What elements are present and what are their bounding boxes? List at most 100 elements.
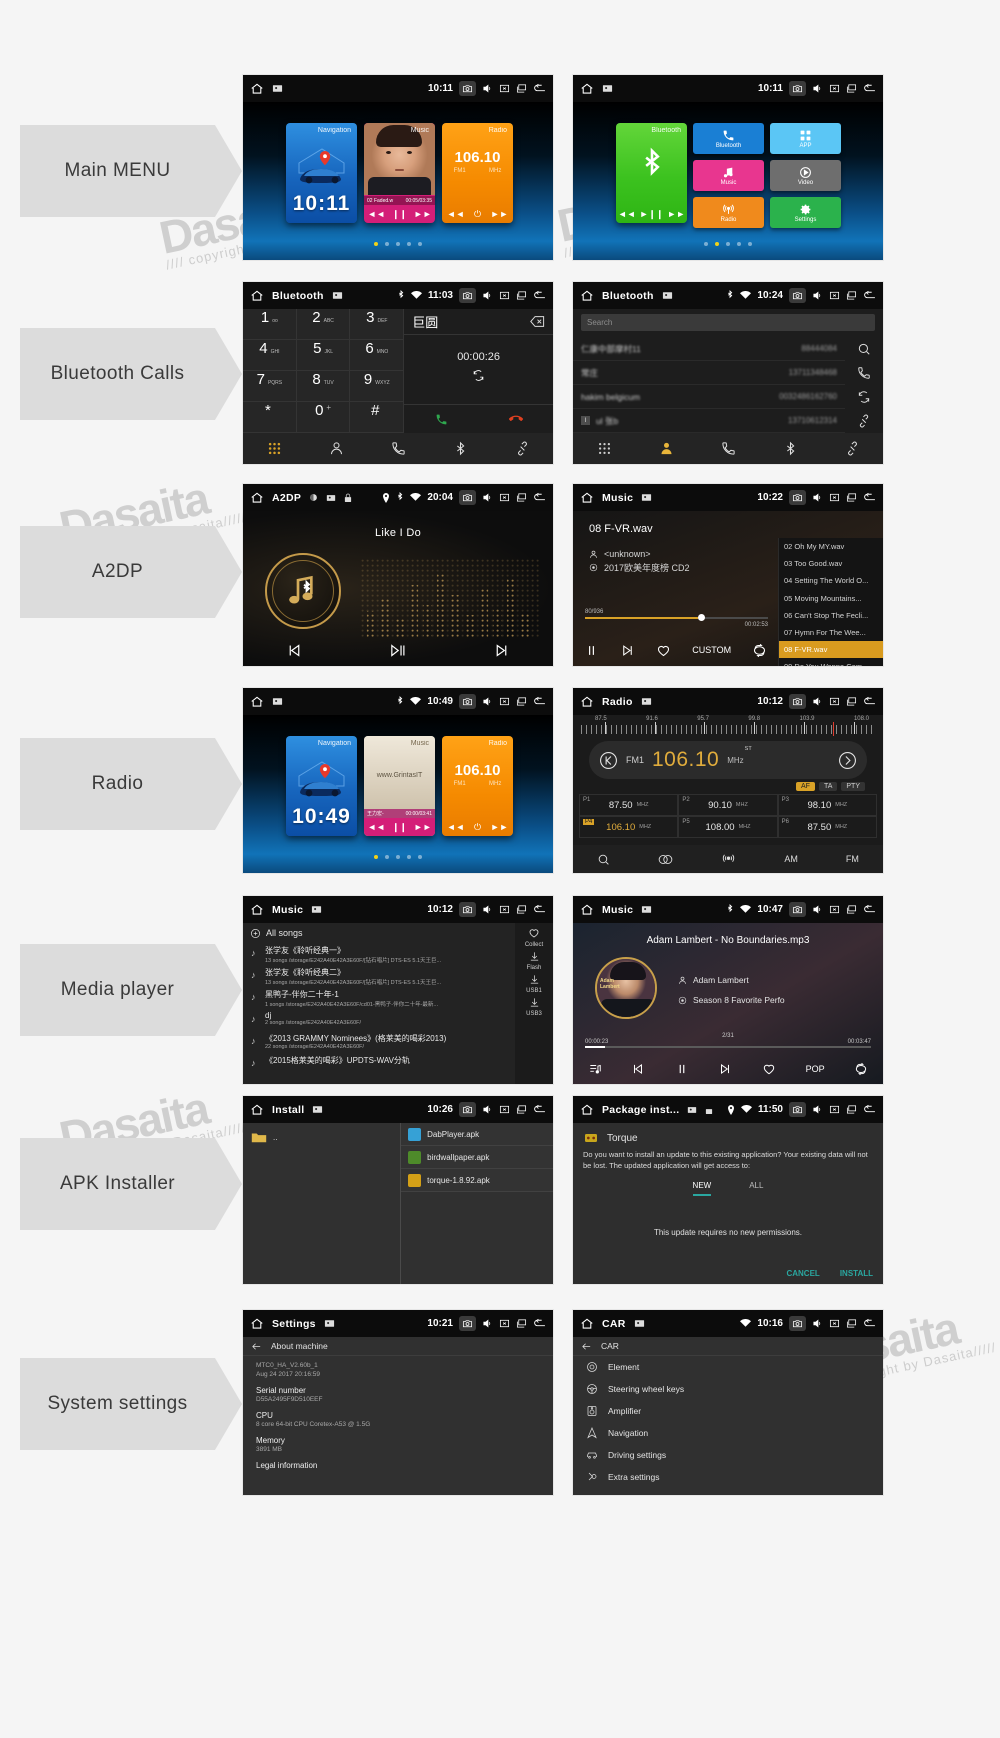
- home-icon[interactable]: [580, 903, 594, 917]
- contact-row[interactable]: 常庄 13711348468: [573, 361, 845, 385]
- page-dot[interactable]: [385, 242, 389, 246]
- list-header[interactable]: All songs: [243, 923, 515, 943]
- screen-package-installer[interactable]: Package inst... 11:50 Torque Do you want…: [573, 1096, 883, 1284]
- backspace-icon[interactable]: [530, 316, 545, 327]
- play-pause-icon[interactable]: ►❙❙: [640, 209, 664, 220]
- next-icon[interactable]: [718, 1062, 732, 1076]
- search-input[interactable]: Search: [581, 314, 875, 331]
- volume-icon[interactable]: [482, 696, 493, 707]
- pause-icon[interactable]: ❙❙: [392, 209, 407, 220]
- home-icon[interactable]: [250, 491, 264, 505]
- settings-block[interactable]: CPU 8 core 64-bit CPU Coretex-A53 @ 1.5G: [243, 1407, 553, 1432]
- camera-icon[interactable]: [459, 81, 476, 96]
- back-icon[interactable]: [863, 1318, 876, 1329]
- screen-bluetooth-dialer[interactable]: Bluetooth 11:03 1 oo 2 ABC 3 DEF 4 GHI 5 JKL …: [243, 282, 553, 464]
- card-radio[interactable]: Radio 106.10 FM1 MHz ◄◄ ⏻ ►►: [442, 736, 513, 836]
- volume-icon[interactable]: [812, 904, 823, 915]
- card-radio[interactable]: Radio 106.10 FM1 MHz ◄◄ ⏻ ►►: [442, 123, 513, 223]
- playlist-item[interactable]: 09 Do You Wanna Com...: [779, 658, 883, 666]
- file-row[interactable]: torque-1.8.92.apk: [401, 1169, 553, 1192]
- prev-icon[interactable]: ◄◄: [447, 209, 465, 219]
- search-icon[interactable]: [597, 853, 610, 866]
- home-icon[interactable]: [250, 903, 264, 917]
- page-dot[interactable]: [374, 242, 378, 246]
- car-setting-amplifier[interactable]: Amplifier: [573, 1400, 883, 1422]
- camera-icon[interactable]: [789, 490, 806, 505]
- volume-icon[interactable]: [482, 1104, 493, 1115]
- power-icon[interactable]: ⏻: [474, 209, 481, 220]
- prev-icon[interactable]: ◄◄: [367, 209, 385, 219]
- signal-icon[interactable]: [721, 853, 736, 866]
- home-icon[interactable]: [580, 695, 594, 709]
- close-icon[interactable]: [829, 492, 840, 503]
- page-dot[interactable]: [704, 242, 708, 246]
- car-setting-navigation[interactable]: Navigation: [573, 1422, 883, 1444]
- file-row[interactable]: DabPlayer.apk: [401, 1123, 553, 1146]
- volume-icon[interactable]: [812, 492, 823, 503]
- next-icon[interactable]: [493, 642, 510, 659]
- screen-apk-install[interactable]: Install 10:26 .. DabPlayer.apk birdwallp…: [243, 1096, 553, 1284]
- page-dot[interactable]: [407, 855, 411, 859]
- home-icon[interactable]: [250, 82, 264, 96]
- np-mode-label[interactable]: CUSTOM: [692, 645, 731, 655]
- page-dot[interactable]: [726, 242, 730, 246]
- song-row[interactable]: ♪ 《2013 GRAMMY Nominees》(格莱美的喝彩2013) 22 …: [243, 1031, 515, 1053]
- stereo-icon[interactable]: [658, 853, 673, 866]
- screen-media-list[interactable]: Music 10:12 All songs ♪ 张学友《聆听经典一》 13 so…: [243, 896, 553, 1084]
- directory-pane[interactable]: ..: [243, 1123, 402, 1284]
- am-button[interactable]: AM: [784, 854, 798, 864]
- playlist-item[interactable]: 02 Oh My MY.wav: [779, 538, 883, 555]
- recents-icon[interactable]: [516, 83, 527, 94]
- frequency-scale[interactable]: 87.5 91.6 95.7 99.8 103.9 108.0: [573, 715, 883, 737]
- power-icon[interactable]: ⏻: [474, 822, 481, 833]
- tab-new[interactable]: NEW: [692, 1181, 712, 1196]
- settings-header[interactable]: CAR: [573, 1337, 883, 1356]
- camera-icon[interactable]: [789, 288, 806, 303]
- card-music[interactable]: Music www.GrintasIT 王力宏- 00:00/03:41 ◄◄ …: [364, 736, 435, 836]
- camera-icon[interactable]: [459, 694, 476, 709]
- tile-bluetooth[interactable]: Bluetooth: [693, 123, 764, 154]
- pty-button[interactable]: PTY: [841, 782, 865, 791]
- playlist-item-selected[interactable]: 08 F-VR.wav: [779, 641, 883, 659]
- back-icon[interactable]: [863, 904, 876, 915]
- page-dot[interactable]: [407, 242, 411, 246]
- song-row[interactable]: ♪ dj 2 songs /storage/E242A40E42A3E60F/: [243, 1009, 515, 1031]
- prev-icon[interactable]: ◄◄: [618, 209, 636, 219]
- tab-all[interactable]: ALL: [749, 1181, 763, 1196]
- playlist-item[interactable]: 05 Moving Mountains...: [779, 590, 883, 607]
- next-icon[interactable]: ►►: [667, 209, 685, 219]
- recents-icon[interactable]: [846, 1104, 857, 1115]
- back-icon[interactable]: [863, 290, 876, 301]
- preset-scan-icon[interactable]: [599, 751, 618, 770]
- dial-key[interactable]: #: [350, 402, 405, 433]
- song-row[interactable]: ♪ 黑鸭子-伴你二十年-1 1 songs /storage/E242A40E4…: [243, 987, 515, 1009]
- settings-header[interactable]: About machine: [243, 1337, 553, 1356]
- home-icon[interactable]: [250, 1103, 264, 1117]
- prev-icon[interactable]: ◄◄: [367, 822, 385, 832]
- home-icon[interactable]: [580, 289, 594, 303]
- dial-key[interactable]: 3 DEF: [350, 309, 405, 340]
- car-setting-steering[interactable]: Steering wheel keys: [573, 1378, 883, 1400]
- song-row[interactable]: ♪ 张学友《聆听经典二》 13 songs /storage/E242A40E4…: [243, 965, 515, 987]
- camera-icon[interactable]: [789, 1316, 806, 1331]
- add-icon[interactable]: [250, 928, 261, 939]
- screen-settings-car[interactable]: CAR 10:16 CAR Element Steering wheel key…: [573, 1310, 883, 1495]
- volume-icon[interactable]: [482, 904, 493, 915]
- home-icon[interactable]: [580, 82, 594, 96]
- disconnect-icon[interactable]: [515, 441, 530, 456]
- page-dot[interactable]: [374, 855, 378, 859]
- call-log-icon[interactable]: [721, 441, 736, 456]
- playlist[interactable]: 02 Oh My MY.wav 03 Too Good.wav 04 Setti…: [778, 538, 883, 666]
- tile-radio[interactable]: Radio: [693, 197, 764, 228]
- playlist-item[interactable]: 03 Too Good.wav: [779, 555, 883, 572]
- volume-icon[interactable]: [812, 1104, 823, 1115]
- dial-key[interactable]: 7 PQRS: [243, 371, 297, 402]
- camera-icon[interactable]: [789, 902, 806, 917]
- install-button[interactable]: INSTALL: [840, 1269, 873, 1278]
- repeat-icon[interactable]: [752, 643, 767, 658]
- recents-icon[interactable]: [846, 1318, 857, 1329]
- card-bluetooth[interactable]: Bluetooth ◄◄ ►❙❙ ►►: [616, 123, 687, 223]
- recents-icon[interactable]: [516, 1318, 527, 1329]
- home-icon[interactable]: [250, 289, 264, 303]
- car-setting-extra[interactable]: Extra settings: [573, 1466, 883, 1488]
